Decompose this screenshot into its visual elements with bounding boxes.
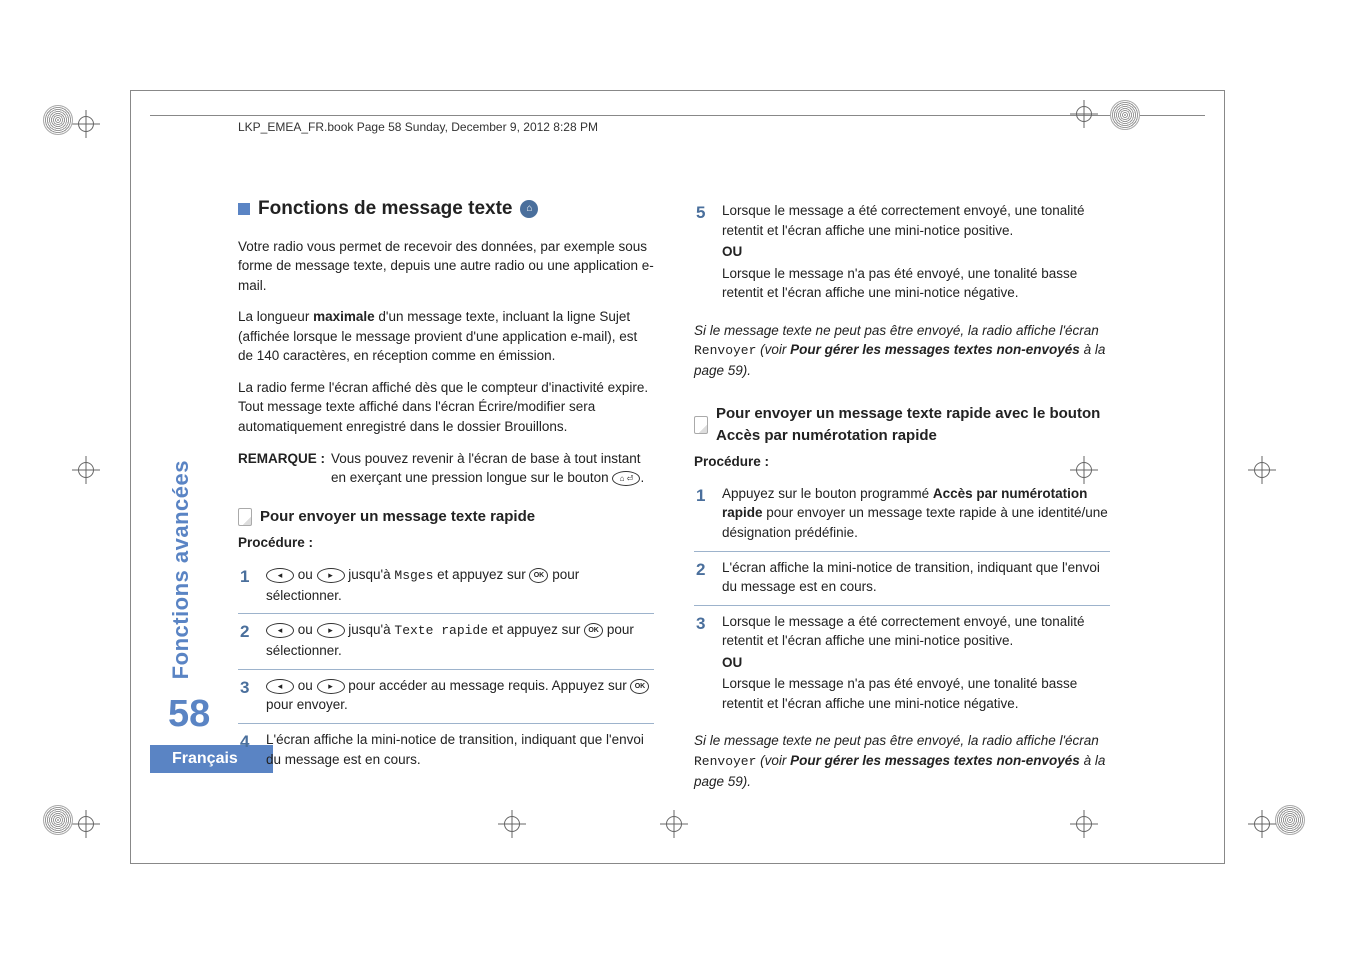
procedure-list-2: 1 Appuyez sur le bouton programmé Accès … (694, 478, 1110, 722)
step-number: 3 (240, 676, 254, 715)
step-1: 1 ◂ ou ▸ jusqu'à Msges et appuyez sur OK… (238, 559, 654, 614)
feature-icon: ⌂ (520, 200, 538, 218)
registration-icon (1110, 100, 1140, 130)
inactivity-paragraph: La radio ferme l'écran affiché dès que l… (238, 378, 654, 437)
rstep-1: 1 Appuyez sur le bouton programmé Accès … (694, 478, 1110, 552)
procedure-label: Procédure : (238, 533, 654, 553)
subsection-text-2: Pour envoyer un message texte rapide ave… (716, 403, 1110, 447)
rstep-2: 2 L'écran affiche la mini-notice de tran… (694, 552, 1110, 606)
crop-mark-icon (1248, 456, 1276, 484)
crop-mark-icon (72, 110, 100, 138)
page-number: 58 (168, 693, 210, 736)
right-nav-icon: ▸ (317, 623, 345, 638)
crop-mark-icon (660, 810, 688, 838)
ok-button-icon: OK (529, 568, 548, 583)
rstep-3: 3 Lorsque le message a été correctement … (694, 606, 1110, 722)
remark-block: REMARQUE : Vous pouvez revenir à l'écran… (238, 449, 654, 488)
square-bullet-icon (238, 203, 250, 215)
step-number: 2 (240, 620, 254, 660)
subsection-title: Pour envoyer un message texte rapide (238, 506, 654, 528)
step-number: 5 (696, 201, 710, 303)
registration-icon (43, 105, 73, 135)
subsection-title-2: Pour envoyer un message texte rapide ave… (694, 403, 1110, 447)
ok-button-icon: OK (584, 623, 603, 638)
crop-mark-icon (72, 456, 100, 484)
crop-mark-icon (498, 810, 526, 838)
step-number: 1 (240, 565, 254, 605)
step-number: 4 (240, 730, 254, 769)
left-nav-icon: ◂ (266, 623, 294, 638)
right-nav-icon: ▸ (317, 679, 345, 694)
procedure-list: 1 ◂ ou ▸ jusqu'à Msges et appuyez sur OK… (238, 559, 654, 777)
procedure-continued: 5 Lorsque le message a été correctement … (694, 195, 1110, 311)
page-icon (238, 508, 252, 526)
resend-note-2: Si le message texte ne peut pas être env… (694, 731, 1110, 791)
content-area: Fonctions de message texte ⌂ Votre radio… (238, 195, 1110, 774)
resend-note: Si le message texte ne peut pas être env… (694, 321, 1110, 381)
sidebar-title: Fonctions avancées (168, 460, 194, 679)
title-text: Fonctions de message texte (258, 195, 512, 223)
step-number: 2 (696, 558, 710, 597)
left-column: Fonctions de message texte ⌂ Votre radio… (238, 195, 654, 774)
remark-label: REMARQUE : (238, 449, 325, 488)
step-number: 1 (696, 484, 710, 543)
header-rule (150, 115, 1205, 116)
step-5: 5 Lorsque le message a été correctement … (694, 195, 1110, 311)
max-length-paragraph: La longueur maximale d'un message texte,… (238, 307, 654, 366)
header-text: LKP_EMEA_FR.book Page 58 Sunday, Decembe… (238, 120, 598, 134)
intro-paragraph: Votre radio vous permet de recevoir des … (238, 237, 654, 296)
step-4: 4 L'écran affiche la mini-notice de tran… (238, 724, 654, 777)
right-nav-icon: ▸ (317, 568, 345, 583)
crop-mark-icon (1248, 810, 1276, 838)
page-icon (694, 416, 708, 434)
remark-text: Vous pouvez revenir à l'écran de base à … (331, 449, 654, 488)
registration-icon (1275, 805, 1305, 835)
subsection-text: Pour envoyer un message texte rapide (260, 506, 535, 528)
left-nav-icon: ◂ (266, 568, 294, 583)
right-column: 5 Lorsque le message a été correctement … (694, 195, 1110, 774)
left-nav-icon: ◂ (266, 679, 294, 694)
procedure-label-2: Procédure : (694, 452, 1110, 472)
section-title: Fonctions de message texte ⌂ (238, 195, 654, 223)
home-button-icon: ⌂ ⏎ (612, 471, 640, 486)
registration-icon (43, 805, 73, 835)
crop-mark-icon (1070, 810, 1098, 838)
crop-mark-icon (72, 810, 100, 838)
step-2: 2 ◂ ou ▸ jusqu'à Texte rapide et appuyez… (238, 614, 654, 669)
step-number: 3 (696, 612, 710, 714)
step-3: 3 ◂ ou ▸ pour accéder au message requis.… (238, 670, 654, 724)
ok-button-icon: OK (630, 679, 649, 694)
crop-mark-icon (1070, 100, 1098, 128)
